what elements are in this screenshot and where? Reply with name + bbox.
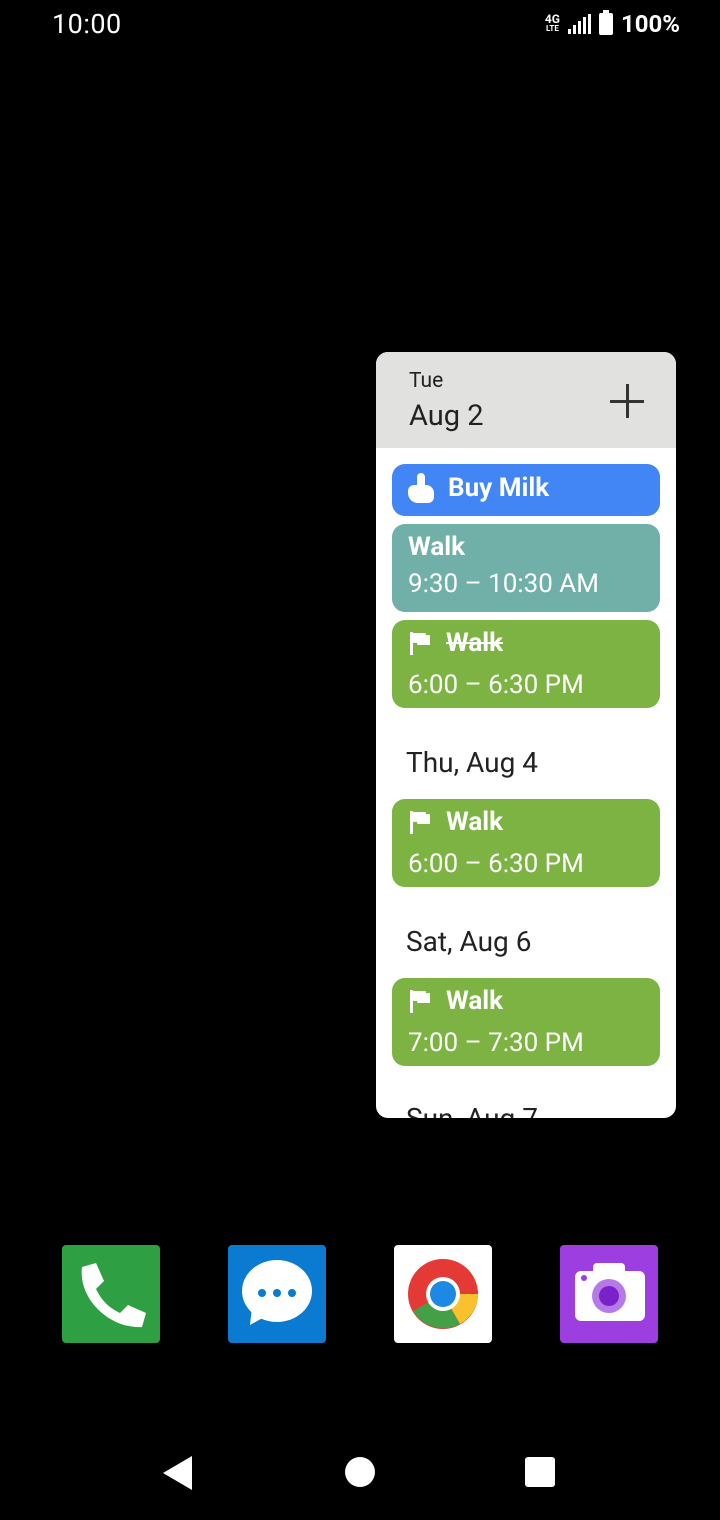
recents-button[interactable] <box>525 1457 555 1487</box>
home-button[interactable] <box>345 1457 375 1487</box>
battery-percent: 100% <box>620 10 680 38</box>
widget-header[interactable]: Tue Aug 2 <box>376 352 676 448</box>
header-weekday: Tue <box>409 369 444 393</box>
camera-app-icon[interactable] <box>560 1245 658 1343</box>
event-time: 6:00 – 6:30 PM <box>408 849 584 879</box>
hand-pointer-icon <box>408 473 434 503</box>
status-time: 10:00 <box>52 8 122 40</box>
day-header: Sat, Aug 6 <box>406 925 532 958</box>
add-event-button[interactable] <box>610 384 644 418</box>
network-type: 4G LTE <box>544 12 560 33</box>
event-walk-sat[interactable]: Walk 7:00 – 7:30 PM <box>392 978 660 1066</box>
chrome-app-icon[interactable] <box>394 1245 492 1343</box>
phone-app-icon[interactable] <box>62 1245 160 1343</box>
calendar-widget[interactable]: Tue Aug 2 Buy Milk Walk 9:30 – 10:30 AM … <box>376 352 676 1118</box>
event-title: Walk <box>446 628 504 658</box>
flag-icon <box>408 631 432 655</box>
battery-icon <box>598 10 613 35</box>
day-header: Thu, Aug 4 <box>406 746 538 779</box>
signal-icon <box>567 14 591 34</box>
header-date: Aug 2 <box>409 399 484 433</box>
event-time: 6:00 – 6:30 PM <box>408 670 584 700</box>
status-bar: 10:00 4G LTE 100% <box>0 0 720 52</box>
navigation-bar <box>0 1420 720 1520</box>
event-title: Walk <box>446 986 504 1016</box>
event-title: Walk <box>446 807 504 837</box>
messages-app-icon[interactable] <box>228 1245 326 1343</box>
event-buy-milk[interactable]: Buy Milk <box>392 464 660 516</box>
event-time: 9:30 – 10:30 AM <box>408 569 599 599</box>
event-walk-done[interactable]: Walk 6:00 – 6:30 PM <box>392 620 660 708</box>
event-time: 7:00 – 7:30 PM <box>408 1028 584 1058</box>
flag-icon <box>408 989 432 1013</box>
day-header: Sun, Aug 7 <box>406 1102 538 1118</box>
event-title: Walk <box>408 532 466 562</box>
event-walk-morning[interactable]: Walk 9:30 – 10:30 AM <box>392 524 660 612</box>
back-button[interactable] <box>163 1456 192 1490</box>
flag-icon <box>408 810 432 834</box>
event-walk-thu[interactable]: Walk 6:00 – 6:30 PM <box>392 799 660 887</box>
event-title: Buy Milk <box>448 473 550 503</box>
status-icons: 4G LTE 100% <box>545 10 680 38</box>
